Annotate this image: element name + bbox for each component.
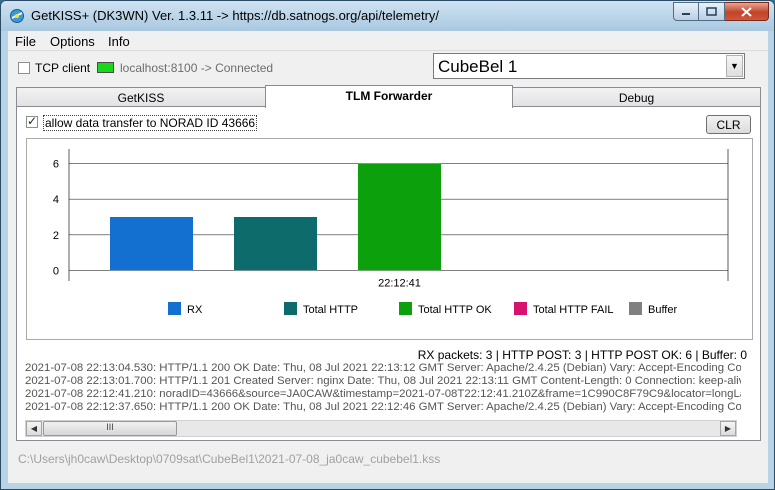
connection-status-text: localhost:8100 -> Connected — [120, 61, 274, 75]
status-file-path: C:\Users\jh0caw\Desktop\0709sat\CubeBel1… — [18, 452, 441, 466]
legend-label: Total HTTP FAIL — [533, 304, 614, 316]
close-button[interactable] — [725, 2, 769, 21]
tcp-client-label: TCP client — [35, 61, 91, 75]
telemetry-chart: 0 2 4 6 22:12:41 RX Total HTTP Total HTTP OK Tot… — [26, 138, 753, 340]
packet-stats: RX packets: 3 | HTTP POST: 3 | HTTP POST… — [417, 348, 747, 362]
minimize-button[interactable] — [673, 2, 699, 21]
clear-button[interactable]: CLR — [706, 115, 751, 134]
app-window: GetKISS+ (DK3WN) Ver. 1.3.11 -> https://… — [0, 0, 775, 490]
menu-bar: File Options Info — [8, 31, 768, 51]
log-line: 2021-07-08 22:12:37.650: HTTP/1.1 200 OK… — [25, 401, 741, 413]
legend-label: Buffer — [648, 304, 677, 316]
x-tick-label: 22:12:41 — [378, 277, 421, 289]
title-bar[interactable]: GetKISS+ (DK3WN) Ver. 1.3.11 -> https://… — [1, 1, 774, 31]
legend-swatch — [514, 302, 527, 315]
menu-options[interactable]: Options — [50, 34, 95, 49]
tab-strip: GetKISS TLM Forwarder Debug — [16, 85, 761, 108]
y-tick-label: 4 — [53, 194, 59, 206]
maximize-icon — [706, 7, 717, 16]
y-tick-label: 6 — [53, 159, 59, 171]
dropdown-arrow-icon[interactable]: ▼ — [726, 55, 743, 77]
window-title: GetKISS+ (DK3WN) Ver. 1.3.11 -> https://… — [31, 8, 440, 23]
connection-toolbar: TCP client localhost:8100 -> Connected C… — [8, 51, 768, 85]
http-log: 2021-07-08 22:13:04.530: HTTP/1.1 200 OK… — [25, 362, 741, 418]
legend-label: Total HTTP — [303, 304, 358, 316]
tab-getkiss[interactable]: GetKISS — [16, 87, 266, 107]
legend-swatch — [284, 302, 297, 315]
satellite-select[interactable]: CubeBel 1 ▼ — [433, 53, 745, 79]
telemetry-chart-svg: 0 2 4 6 22:12:41 RX Total HTTP Total HTTP OK Tot… — [53, 149, 729, 316]
scroll-right-icon[interactable]: ▶ — [720, 421, 736, 436]
tab-tlm-forwarder[interactable]: TLM Forwarder — [265, 85, 513, 108]
legend-swatch — [629, 302, 642, 315]
satellite-app-icon — [10, 9, 24, 23]
tlm-forwarder-panel: allow data transfer to NORAD ID 43666 CL… — [16, 106, 761, 441]
tab-debug[interactable]: Debug — [512, 87, 761, 107]
log-line: 2021-07-08 22:12:41.210: noradID=43666&s… — [25, 388, 741, 400]
satellite-select-value: CubeBel 1 — [438, 57, 518, 76]
maximize-button[interactable] — [699, 2, 725, 21]
client-area: File Options Info TCP client localhost:8… — [8, 31, 768, 483]
menu-info[interactable]: Info — [108, 34, 130, 49]
bar-rx — [110, 217, 193, 271]
legend-swatch — [399, 302, 412, 315]
scrollbar-thumb[interactable]: III — [43, 421, 177, 436]
allow-transfer-checkbox[interactable] — [26, 114, 38, 128]
y-tick-label: 0 — [53, 265, 59, 277]
minimize-icon — [682, 12, 690, 15]
tcp-client-checkbox[interactable] — [18, 62, 30, 74]
log-horizontal-scrollbar[interactable]: ◀ III ▶ — [25, 420, 737, 437]
legend-label: RX — [187, 304, 203, 316]
scroll-left-icon[interactable]: ◀ — [26, 421, 42, 436]
bar-total-http-ok — [358, 163, 441, 271]
connection-status-led — [97, 62, 114, 73]
window-controls — [673, 2, 769, 21]
log-line: 2021-07-08 22:13:01.700: HTTP/1.1 201 Cr… — [25, 375, 741, 387]
bar-total-http — [234, 217, 317, 271]
legend-swatch — [168, 302, 181, 315]
allow-transfer-label[interactable]: allow data transfer to NORAD ID 43666 — [43, 115, 258, 131]
log-line: 2021-07-08 22:13:04.530: HTTP/1.1 200 OK… — [25, 362, 741, 374]
close-icon — [741, 6, 752, 17]
menu-file[interactable]: File — [15, 34, 36, 49]
y-tick-label: 2 — [53, 230, 59, 242]
legend-label: Total HTTP OK — [418, 304, 492, 316]
